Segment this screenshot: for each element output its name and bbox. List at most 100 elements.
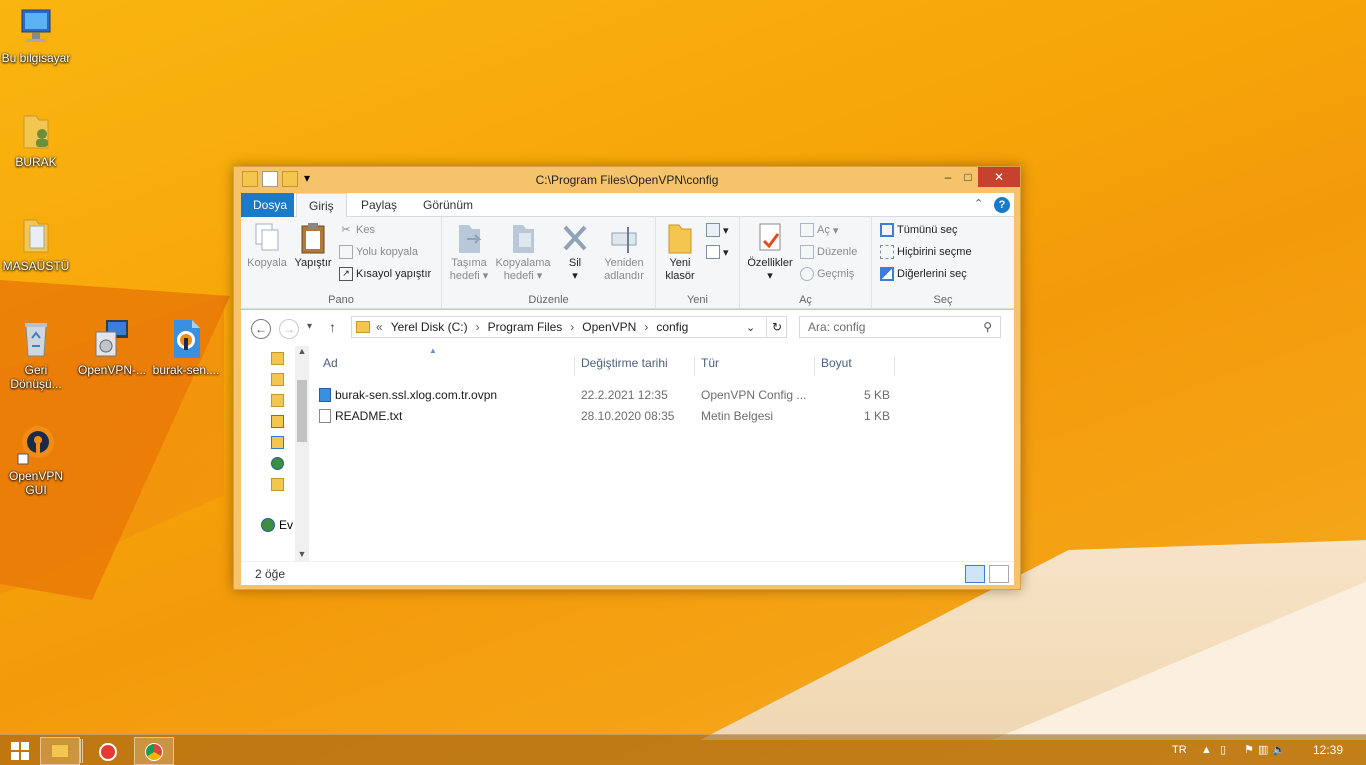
search-input[interactable]: Ara: config ⚲ — [799, 316, 1001, 338]
history-button[interactable]: Geçmiş — [800, 265, 854, 283]
search-placeholder: Ara: config — [808, 320, 866, 334]
breadcrumb-program-files[interactable]: Program Files — [488, 320, 563, 334]
desktop-icon-openvpn-gui[interactable]: OpenVPN GUI — [0, 424, 72, 497]
tab-view[interactable]: Görünüm — [411, 193, 485, 217]
taskbar-app-red[interactable] — [88, 737, 128, 765]
new-folder-button[interactable]: Yeni klasör — [662, 221, 698, 283]
refresh-icon[interactable]: ↻ — [766, 318, 787, 337]
nav-folder-icon[interactable] — [271, 394, 284, 407]
desktop-icon-burak[interactable]: BURAK — [0, 110, 72, 169]
show-hidden-icons-button[interactable]: ▲ — [1201, 735, 1212, 765]
forward-button[interactable]: → — [279, 319, 299, 339]
ribbon-group-open: Özellikler ▾ Aç ▾ Düzenle Geçmiş Aç — [740, 217, 872, 309]
nav-folder-icon[interactable] — [271, 478, 284, 491]
column-header-type[interactable]: Tür — [695, 356, 815, 376]
properties-button[interactable]: Özellikler ▾ — [744, 221, 796, 283]
select-all-button[interactable]: Tümünü seç — [880, 221, 958, 239]
scroll-thumb[interactable] — [297, 380, 307, 442]
file-row[interactable]: burak-sen.ssl.xlog.com.tr.ovpn 22.2.2021… — [309, 386, 909, 406]
select-none-label: Hiçbirini seçme — [897, 246, 972, 258]
address-row: ← → ▾ ↑ « Yerel Disk (C:) › Program Files… — [241, 310, 1014, 346]
file-date: 28.10.2020 08:35 — [581, 409, 675, 423]
desktop-icon-ovpn-file[interactable]: burak-sen.... — [150, 318, 222, 377]
taskbar-file-explorer[interactable] — [40, 737, 80, 765]
rename-button[interactable]: Yeniden adlandır — [598, 221, 650, 283]
invert-selection-icon — [880, 267, 894, 281]
copy-to-button[interactable]: Kopyalama hedefi ▾ — [494, 221, 552, 283]
recent-locations-button[interactable]: ▾ — [307, 321, 312, 332]
address-dropdown-button[interactable]: ⌄ — [746, 321, 755, 334]
new-item-button[interactable]: ▾ — [706, 221, 729, 239]
file-name[interactable]: README.txt — [335, 409, 402, 423]
nav-downloads-icon[interactable] — [271, 436, 284, 449]
action-center-icon[interactable]: ⚑ — [1244, 735, 1254, 765]
close-button[interactable]: ✕ — [978, 167, 1020, 187]
properties-label: Özellikler — [747, 257, 793, 269]
clock[interactable]: 12:39 — [1313, 735, 1343, 765]
start-button[interactable] — [0, 737, 40, 765]
tab-home[interactable]: Giriş — [296, 193, 347, 218]
desktop-icon-recycle-bin[interactable]: Geri Dönüşü... — [0, 318, 72, 391]
volume-icon[interactable]: 🔈 — [1272, 735, 1286, 765]
file-name[interactable]: burak-sen.ssl.xlog.com.tr.ovpn — [335, 388, 497, 402]
group-label-select: Seç — [933, 294, 953, 306]
help-icon[interactable]: ? — [994, 197, 1010, 213]
search-icon[interactable]: ⚲ — [983, 317, 992, 337]
explorer-window[interactable]: ▾ C:\Program Files\OpenVPN\config – □ ✕ … — [233, 166, 1021, 590]
installer-icon — [95, 320, 128, 357]
back-button[interactable]: ← — [251, 319, 271, 339]
nav-homegroup-item[interactable]: Ev — [261, 518, 293, 532]
edit-button[interactable]: Düzenle — [800, 243, 857, 261]
ribbon: Kopyala Yapıştır ✂ Kes Yolu kopyala ↗ Kısa… — [241, 217, 1014, 309]
file-row[interactable]: README.txt 28.10.2020 08:35 Metin Belges… — [309, 407, 909, 427]
desktop-icon-desktop-folder[interactable]: MASAÜSTÜ — [0, 214, 72, 273]
desktop-icon-openvpn-installer[interactable]: OpenVPN-... — [76, 318, 148, 377]
history-icon — [800, 267, 814, 281]
select-none-button[interactable]: Hiçbirini seçme — [880, 243, 972, 261]
nav-scrollbar[interactable]: ▲ ▼ — [295, 346, 309, 561]
network-icon[interactable]: ▥ — [1258, 735, 1268, 765]
column-header-date[interactable]: Değiştirme tarihi — [575, 356, 695, 376]
desktop-icon-this-pc[interactable]: Bu bilgisayar — [0, 6, 72, 65]
minimize-ribbon-button[interactable]: ⌃ — [974, 197, 983, 210]
tab-file[interactable]: Dosya — [241, 193, 294, 217]
power-icon[interactable]: ▯ — [1220, 735, 1226, 765]
breadcrumb-local-disk[interactable]: Yerel Disk (C:) — [391, 320, 468, 334]
new-folder-icon — [668, 224, 692, 254]
new-folder-label-2: klasör — [665, 270, 695, 282]
file-type: OpenVPN Config ... — [701, 388, 807, 402]
title-bar[interactable]: ▾ C:\Program Files\OpenVPN\config – □ ✕ — [234, 167, 1020, 193]
details-view-icon[interactable] — [965, 565, 985, 583]
tab-share[interactable]: Paylaş — [349, 193, 409, 217]
delete-button[interactable]: Sil ▾ — [558, 221, 592, 283]
breadcrumb-openvpn[interactable]: OpenVPN — [582, 320, 636, 334]
address-overflow[interactable]: « — [376, 320, 383, 334]
address-bar[interactable]: « Yerel Disk (C:) › Program Files › OpenVP… — [351, 316, 787, 338]
taskbar-chrome[interactable] — [134, 737, 174, 765]
paste-button[interactable]: Yapıştır — [291, 221, 335, 270]
nav-network-icon[interactable] — [271, 457, 284, 470]
language-indicator[interactable]: TR — [1172, 735, 1187, 765]
invert-selection-button[interactable]: Diğerlerini seç — [880, 265, 967, 283]
new-folder-label: Yeni — [669, 257, 691, 269]
nav-user-folder-icon[interactable] — [271, 415, 284, 428]
navigation-pane[interactable]: Ev ▲ ▼ — [241, 346, 309, 561]
column-header-name[interactable]: Ad — [317, 356, 575, 376]
scroll-down-arrow[interactable]: ▼ — [295, 549, 309, 559]
nav-folder-icon[interactable] — [271, 352, 284, 365]
column-header-size[interactable]: Boyut — [815, 356, 895, 376]
copy-path-button[interactable]: Yolu kopyala — [339, 243, 418, 261]
open-button[interactable]: Aç ▾ — [800, 221, 838, 239]
file-list[interactable]: ▲ Ad Değiştirme tarihi Tür Boyut burak-s… — [309, 346, 1014, 561]
nav-folder-icon[interactable] — [271, 373, 284, 386]
copy-button[interactable]: Kopyala — [247, 221, 287, 270]
cut-button[interactable]: ✂ Kes — [339, 221, 375, 239]
large-icons-view-icon[interactable] — [989, 565, 1009, 583]
easy-access-button[interactable]: ▾ — [706, 243, 729, 261]
up-button[interactable]: ↑ — [329, 319, 336, 335]
scroll-up-arrow[interactable]: ▲ — [295, 346, 309, 356]
move-to-button[interactable]: Taşıma hedefi ▾ — [448, 221, 490, 283]
paste-shortcut-button[interactable]: ↗ Kısayol yapıştır — [339, 265, 431, 283]
breadcrumb-config[interactable]: config — [656, 320, 688, 334]
windows-icon — [11, 742, 29, 760]
